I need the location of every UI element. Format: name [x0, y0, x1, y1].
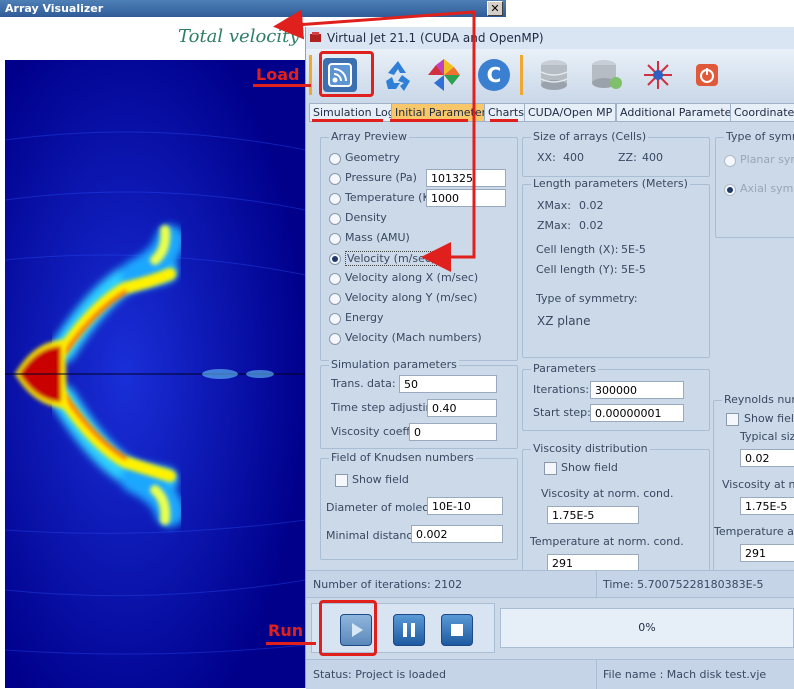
annotation-arrows — [273, 9, 476, 272]
